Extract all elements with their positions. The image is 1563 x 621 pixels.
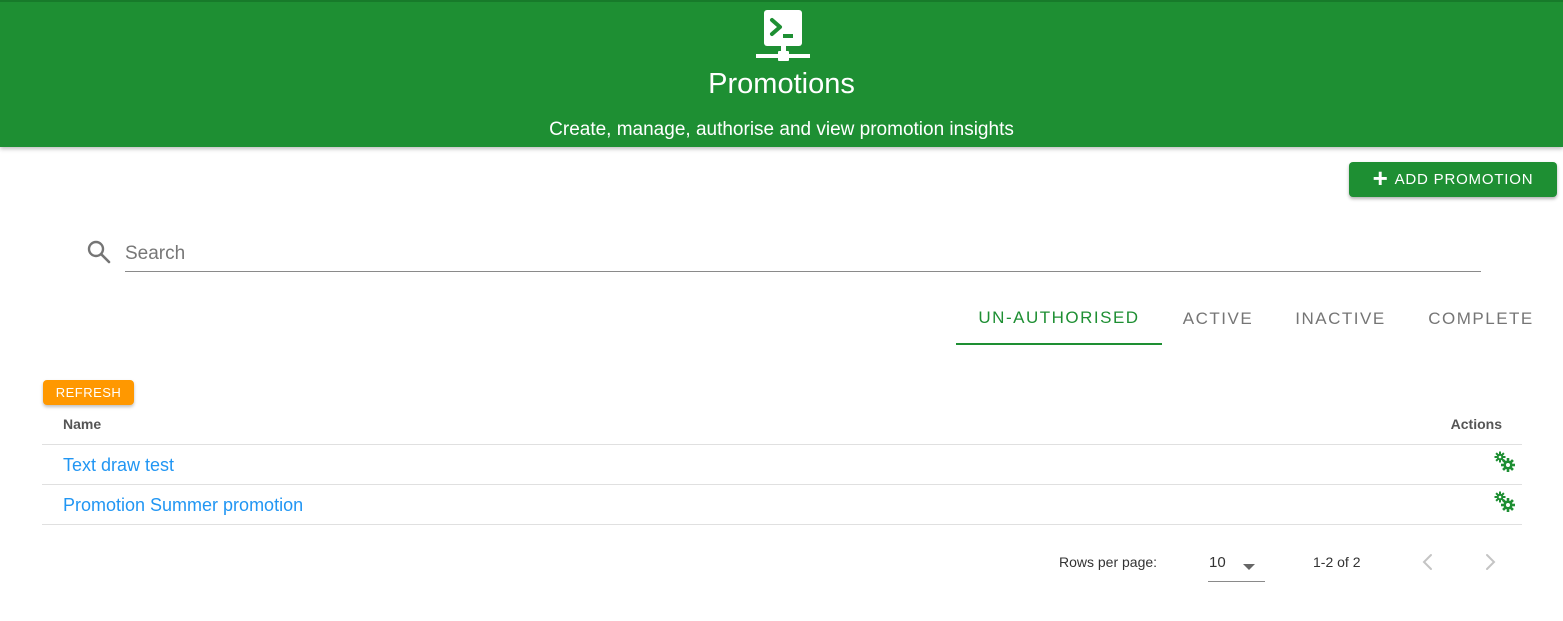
rows-per-page-select[interactable]: 10 xyxy=(1208,546,1265,582)
table-row: Promotion Summer promotion xyxy=(42,485,1522,525)
promotions-table: Name Actions Text draw test Promotion Su… xyxy=(42,404,1522,525)
add-promotion-button[interactable]: + ADD PROMOTION xyxy=(1349,162,1557,197)
rows-per-page-value: 10 xyxy=(1209,554,1226,571)
promotion-name-link[interactable]: Text draw test xyxy=(63,455,174,476)
promotion-name-link[interactable]: Promotion Summer promotion xyxy=(63,495,303,516)
cogs-icon[interactable] xyxy=(1494,491,1516,513)
tab-inactive[interactable]: INACTIVE xyxy=(1274,292,1407,345)
terminal-network-icon xyxy=(756,10,810,61)
page-header: Promotions Create, manage, authorise and… xyxy=(0,0,1563,147)
search-icon xyxy=(87,240,111,264)
chevron-left-icon[interactable] xyxy=(1418,550,1438,574)
status-tabs: UN-AUTHORISED ACTIVE INACTIVE COMPLETE xyxy=(956,292,1555,345)
rows-per-page-label: Rows per page: xyxy=(1059,554,1158,570)
add-promotion-label: ADD PROMOTION xyxy=(1394,171,1534,188)
table-header: Name Actions xyxy=(42,404,1522,445)
page-range: 1-2 of 2 xyxy=(1313,554,1361,570)
page-title: Promotions xyxy=(708,68,855,100)
table-pagination: Rows per page: 10 1-2 of 2 xyxy=(0,540,1563,584)
chevron-right-icon[interactable] xyxy=(1480,550,1500,574)
refresh-button[interactable]: REFRESH xyxy=(43,380,134,405)
tab-active[interactable]: ACTIVE xyxy=(1162,292,1274,345)
cogs-icon[interactable] xyxy=(1494,451,1516,473)
plus-icon: + xyxy=(1372,163,1389,193)
column-header-actions: Actions xyxy=(1450,416,1502,432)
page-subtitle: Create, manage, authorise and view promo… xyxy=(549,119,1014,140)
tab-complete[interactable]: COMPLETE xyxy=(1407,292,1555,345)
search-input[interactable] xyxy=(125,236,1481,272)
column-header-name[interactable]: Name xyxy=(63,416,101,432)
caret-down-icon xyxy=(1243,564,1255,570)
tab-un-authorised[interactable]: UN-AUTHORISED xyxy=(956,292,1162,345)
table-row: Text draw test xyxy=(42,445,1522,485)
